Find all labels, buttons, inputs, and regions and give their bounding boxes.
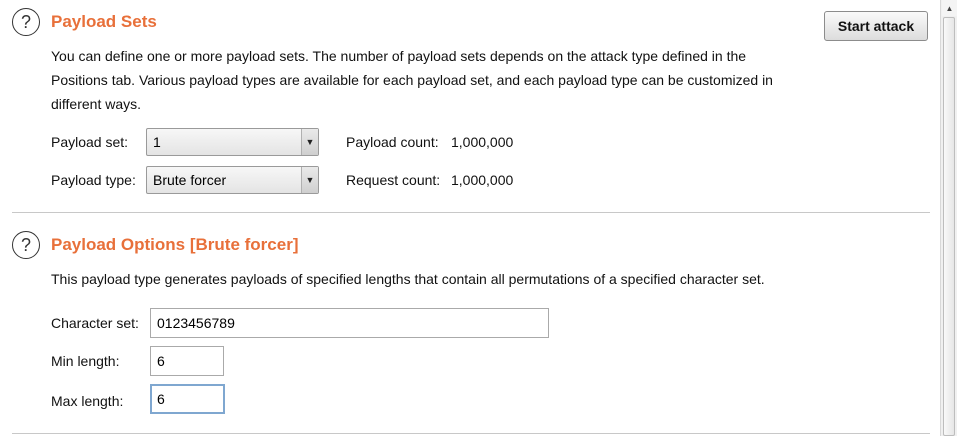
character-set-input[interactable]: 0123456789 bbox=[150, 308, 549, 338]
max-length-input[interactable]: 6 bbox=[150, 384, 225, 414]
payload-type-value: Brute forcer bbox=[153, 172, 227, 188]
description-line: You can define one or more payload sets.… bbox=[51, 48, 747, 64]
help-icon[interactable]: ? bbox=[12, 231, 40, 259]
character-set-label: Character set: bbox=[51, 315, 139, 331]
description-line: different ways. bbox=[51, 96, 142, 112]
vertical-scrollbar[interactable]: ▲ bbox=[940, 0, 957, 436]
max-length-label: Max length: bbox=[51, 393, 124, 409]
payload-options-description: This payload type generates payloads of … bbox=[51, 271, 765, 287]
payload-set-value: 1 bbox=[153, 134, 161, 150]
payload-count-label: Payload count: bbox=[346, 134, 439, 150]
content-area: ? Payload Sets Start attack You can defi… bbox=[0, 0, 940, 436]
payload-type-label: Payload type: bbox=[51, 172, 136, 188]
scrollbar-thumb[interactable] bbox=[943, 17, 955, 436]
payload-set-select[interactable]: 1 ▼ bbox=[146, 128, 319, 156]
scroll-up-icon[interactable]: ▲ bbox=[942, 0, 957, 16]
payload-sets-title: Payload Sets bbox=[51, 12, 157, 31]
payload-set-label: Payload set: bbox=[51, 134, 129, 150]
section-divider bbox=[12, 433, 930, 434]
min-length-label: Min length: bbox=[51, 353, 120, 369]
min-length-input[interactable]: 6 bbox=[150, 346, 224, 376]
description-line: Positions tab. Various payload types are… bbox=[51, 72, 773, 88]
help-icon[interactable]: ? bbox=[12, 8, 40, 36]
payload-sets-description: You can define one or more payload sets.… bbox=[51, 44, 773, 116]
section-divider bbox=[12, 212, 930, 213]
request-count-value: 1,000,000 bbox=[451, 172, 514, 188]
intruder-payloads-panel: ? Payload Sets Start attack You can defi… bbox=[0, 0, 957, 436]
request-count-label: Request count: bbox=[346, 172, 441, 188]
start-attack-button[interactable]: Start attack bbox=[824, 11, 928, 41]
payload-type-select[interactable]: Brute forcer ▼ bbox=[146, 166, 319, 194]
payload-count-value: 1,000,000 bbox=[451, 134, 514, 150]
chevron-down-icon: ▼ bbox=[301, 167, 318, 193]
payload-options-title: Payload Options [Brute forcer] bbox=[51, 235, 299, 254]
chevron-down-icon: ▼ bbox=[301, 129, 318, 155]
